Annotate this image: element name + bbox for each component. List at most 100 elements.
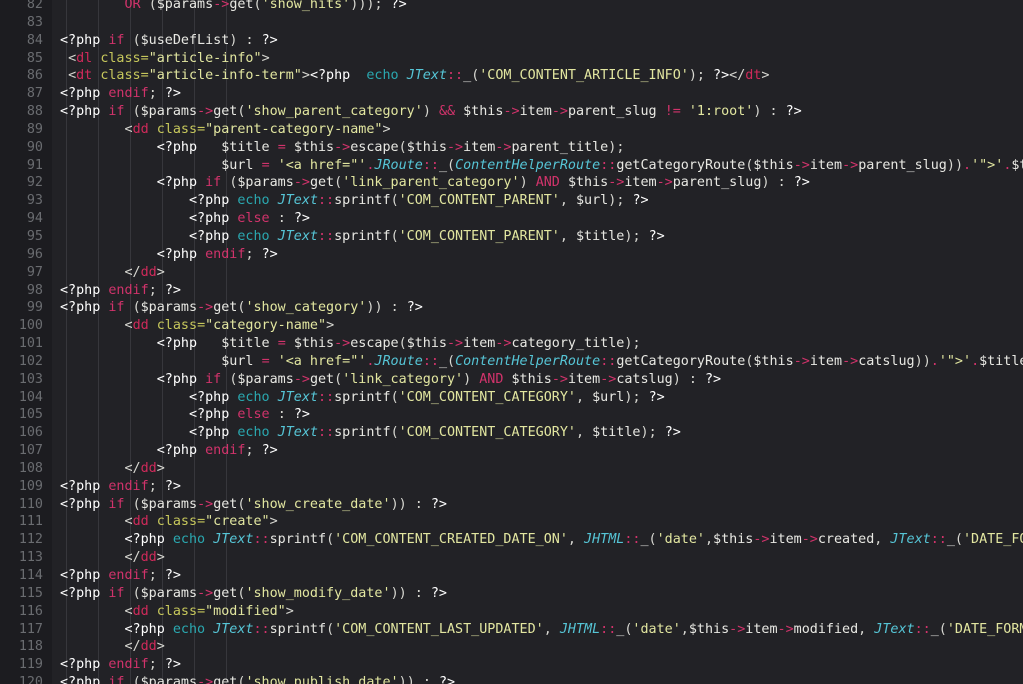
code-line[interactable]: 101 <?php $title = $this->escape($this->…	[0, 335, 1023, 353]
line-source[interactable]: <?php if ($params->get('show_publish_dat…	[52, 674, 1023, 684]
line-number: 90	[26, 139, 43, 155]
line-source[interactable]: </dd>	[52, 264, 1023, 282]
line-source[interactable]: </dd>	[52, 638, 1023, 656]
line-source[interactable]: <?php echo JText::sprintf('COM_CONTENT_C…	[52, 531, 1023, 549]
code-line[interactable]: 92 <?php if ($params->get('link_parent_c…	[0, 174, 1023, 192]
line-number: 97	[26, 264, 43, 280]
line-source[interactable]: <dd class="parent-category-name">	[52, 121, 1023, 139]
code-line[interactable]: 95 <?php echo JText::sprintf('COM_CONTEN…	[0, 228, 1023, 246]
code-line[interactable]: 94 <?php else : ?>	[0, 210, 1023, 228]
line-source[interactable]: $url = '<a href="'.JRoute::_(ContentHelp…	[52, 157, 1023, 175]
code-line[interactable]: 91 $url = '<a href="'.JRoute::_(ContentH…	[0, 157, 1023, 175]
line-source[interactable]: </dd>	[52, 460, 1023, 478]
line-source[interactable]	[52, 14, 1023, 32]
line-source[interactable]: <?php echo JText::sprintf('COM_CONTENT_P…	[52, 228, 1023, 246]
code-line[interactable]: 82 OR ($params->get('show_hits'))); ?>	[0, 0, 1023, 14]
code-line[interactable]: 99 <?php if ($params->get('show_category'…	[0, 299, 1023, 317]
code-line[interactable]: 96 <?php endif; ?>	[0, 246, 1023, 264]
line-number: 114	[18, 568, 43, 583]
line-source[interactable]: <?php if ($params->get('link_category') …	[52, 371, 1023, 389]
line-number: 108	[18, 460, 43, 476]
code-line[interactable]: 90 <?php $title = $this->escape($this->i…	[0, 139, 1023, 157]
line-source[interactable]: <?php endif; ?>	[52, 567, 1023, 585]
line-source[interactable]: <?php $title = $this->escape($this->item…	[52, 335, 1023, 353]
code-line[interactable]: 118 </dd>	[0, 638, 1023, 656]
line-source[interactable]: <?php endif; ?>	[52, 442, 1023, 460]
line-number: 119	[18, 657, 43, 673]
code-line[interactable]: 120 <?php if ($params->get('show_publish_…	[0, 674, 1023, 684]
code-line[interactable]: 98 <?php endif; ?>	[0, 282, 1023, 300]
code-line[interactable]: 105 <?php else : ?>	[0, 406, 1023, 424]
line-source[interactable]: <?php echo JText::sprintf('COM_CONTENT_C…	[52, 389, 1023, 407]
code-line[interactable]: 106 <?php echo JText::sprintf('COM_CONTE…	[0, 424, 1023, 442]
code-line[interactable]: 88 <?php if ($params->get('show_parent_ca…	[0, 103, 1023, 121]
line-source[interactable]: <dl class="article-info">	[52, 50, 1023, 68]
code-line[interactable]: 97 </dd>	[0, 264, 1023, 282]
code-line[interactable]: 115 <?php if ($params->get('show_modify_d…	[0, 585, 1023, 603]
code-content[interactable]: 82 OR ($params->get('show_hits'))); ?> 83…	[0, 0, 1023, 684]
line-number: 93	[26, 193, 43, 209]
line-source[interactable]: <?php echo JText::sprintf('COM_CONTENT_P…	[52, 192, 1023, 210]
code-line[interactable]: 87 <?php endif; ?>	[0, 85, 1023, 103]
line-source[interactable]: <?php endif; ?>	[52, 282, 1023, 300]
code-line[interactable]: 110 <?php if ($params->get('show_create_d…	[0, 496, 1023, 514]
line-number: 105	[18, 407, 43, 423]
code-line[interactable]: 116 <dd class="modified">	[0, 603, 1023, 621]
line-number: 102	[18, 353, 43, 369]
line-source[interactable]: <dt class="article-info-term"><?php echo…	[52, 67, 1023, 85]
line-source[interactable]: <dd class="modified">	[52, 603, 1023, 621]
line-number: 94	[26, 211, 43, 227]
line-number: 104	[18, 389, 43, 405]
line-source[interactable]: <?php echo JText::sprintf('COM_CONTENT_C…	[52, 424, 1023, 442]
line-source[interactable]: <?php else : ?>	[52, 210, 1023, 228]
code-line[interactable]: 84 <?php if ($useDefList) : ?>	[0, 32, 1023, 50]
line-source[interactable]: <?php if ($useDefList) : ?>	[52, 32, 1023, 50]
code-line[interactable]: 112 <?php echo JText::sprintf('COM_CONTE…	[0, 531, 1023, 549]
line-number: 111	[18, 514, 43, 530]
code-line[interactable]: 108 </dd>	[0, 460, 1023, 478]
line-number: 120	[18, 675, 43, 684]
line-source[interactable]: <?php if ($params->get('show_modify_date…	[52, 585, 1023, 603]
line-source[interactable]: <?php echo JText::sprintf('COM_CONTENT_L…	[52, 621, 1023, 639]
line-source[interactable]: <?php if ($params->get('link_parent_cate…	[52, 174, 1023, 192]
line-source[interactable]: <?php if ($params->get('show_parent_cate…	[52, 103, 1023, 121]
code-line[interactable]: 103 <?php if ($params->get('link_categor…	[0, 371, 1023, 389]
code-line[interactable]: 113 </dd>	[0, 549, 1023, 567]
line-number: 99	[26, 300, 43, 316]
code-line[interactable]: 85 <dl class="article-info">	[0, 50, 1023, 68]
line-source[interactable]: <?php if ($params->get('show_category'))…	[52, 299, 1023, 317]
line-number: 109	[18, 478, 43, 494]
line-source[interactable]: <?php else : ?>	[52, 406, 1023, 424]
code-line[interactable]: 100 <dd class="category-name">	[0, 317, 1023, 335]
code-editor[interactable]: 82 OR ($params->get('show_hits'))); ?> 83…	[0, 0, 1023, 684]
code-line[interactable]: 89 <dd class="parent-category-name">	[0, 121, 1023, 139]
line-source[interactable]: <?php endif; ?>	[52, 656, 1023, 674]
line-source[interactable]: </dd>	[52, 549, 1023, 567]
code-line[interactable]: 114 <?php endif; ?>	[0, 567, 1023, 585]
line-number: 103	[18, 371, 43, 387]
line-source[interactable]: $url = '<a href="'.JRoute::_(ContentHelp…	[52, 353, 1023, 371]
line-source[interactable]: <?php $title = $this->escape($this->item…	[52, 139, 1023, 157]
code-line[interactable]: 107 <?php endif; ?>	[0, 442, 1023, 460]
line-source[interactable]: <?php if ($params->get('show_create_date…	[52, 496, 1023, 514]
code-line[interactable]: 83	[0, 14, 1023, 32]
code-line[interactable]: 93 <?php echo JText::sprintf('COM_CONTEN…	[0, 192, 1023, 210]
line-source[interactable]: <?php endif; ?>	[52, 246, 1023, 264]
line-number: 101	[18, 336, 43, 352]
line-source[interactable]: <dd class="create">	[52, 513, 1023, 531]
code-line[interactable]: 111 <dd class="create">	[0, 513, 1023, 531]
code-line[interactable]: 119 <?php endif; ?>	[0, 656, 1023, 674]
code-line[interactable]: 86 <dt class="article-info-term"><?php e…	[0, 67, 1023, 85]
line-number: 113	[18, 550, 43, 566]
line-source[interactable]: OR ($params->get('show_hits'))); ?>	[52, 0, 1023, 14]
code-line[interactable]: 104 <?php echo JText::sprintf('COM_CONTE…	[0, 389, 1023, 407]
line-source[interactable]: <?php endif; ?>	[52, 478, 1023, 496]
line-number: 88	[26, 104, 43, 120]
code-line[interactable]: 102 $url = '<a href="'.JRoute::_(Content…	[0, 353, 1023, 371]
line-source[interactable]: <dd class="category-name">	[52, 317, 1023, 335]
code-line[interactable]: 109 <?php endif; ?>	[0, 478, 1023, 496]
line-number: 91	[26, 157, 43, 173]
line-number: 85	[26, 50, 43, 66]
line-source[interactable]: <?php endif; ?>	[52, 85, 1023, 103]
code-line[interactable]: 117 <?php echo JText::sprintf('COM_CONTE…	[0, 621, 1023, 639]
